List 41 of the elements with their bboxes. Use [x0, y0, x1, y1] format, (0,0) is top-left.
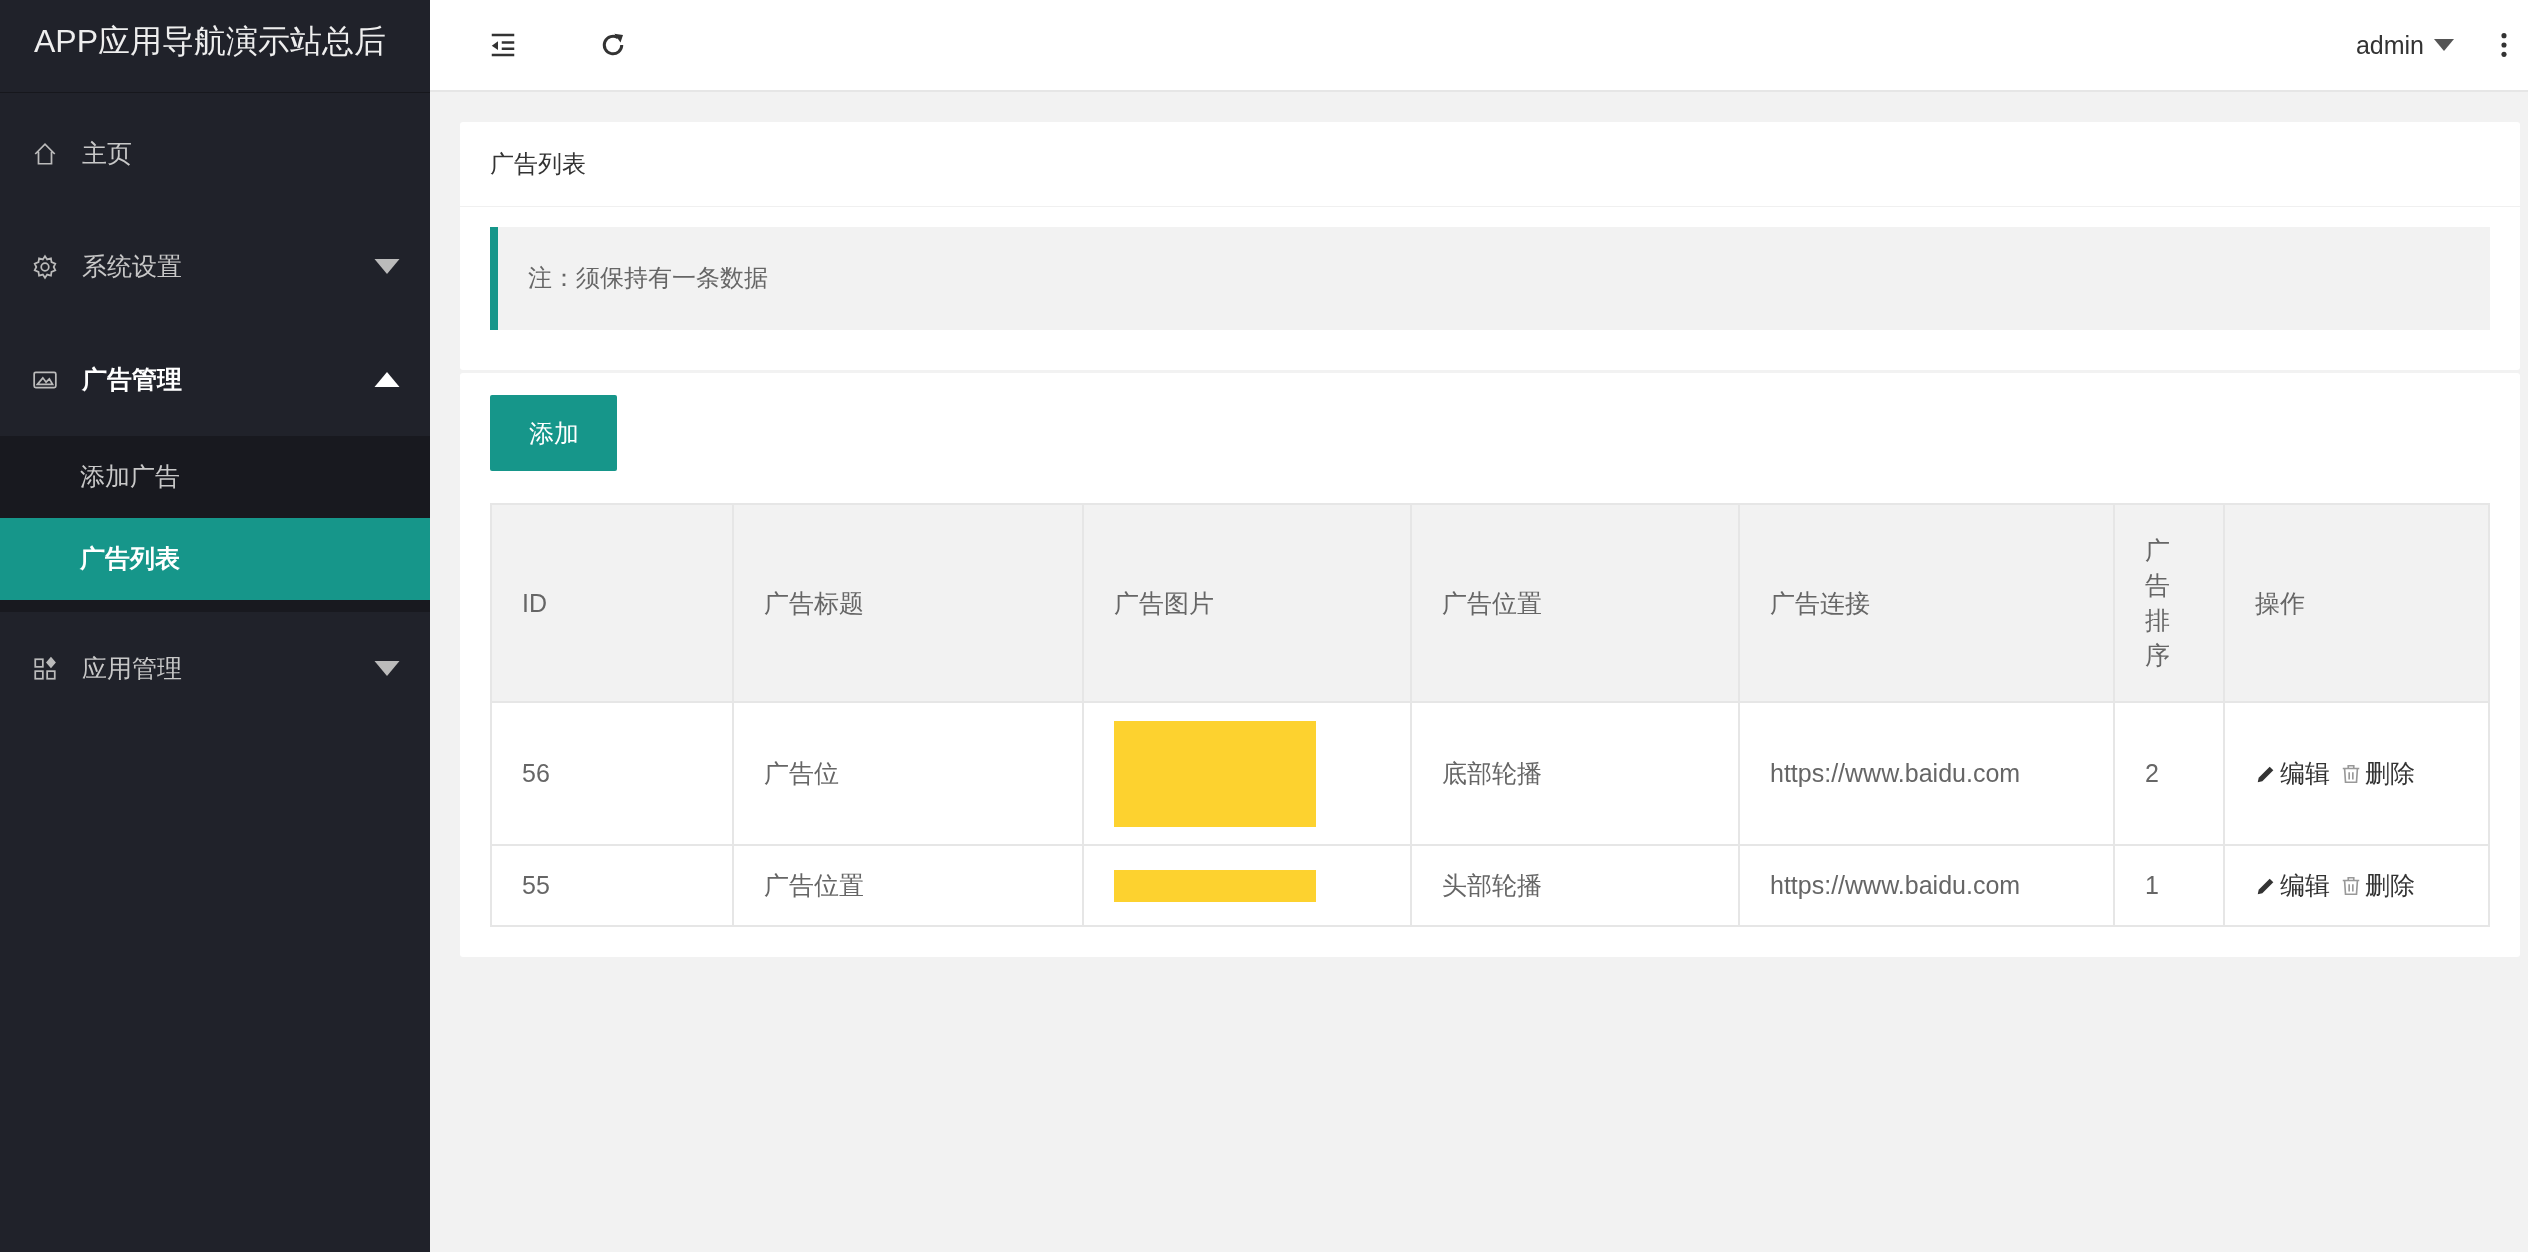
trash-icon: [2340, 762, 2362, 785]
edit-link[interactable]: 编辑: [2255, 869, 2330, 902]
trash-icon: [2340, 874, 2362, 897]
sidebar-item[interactable]: 应用管理: [0, 612, 430, 725]
column-header: 广告排序: [2114, 504, 2224, 702]
submenu-item[interactable]: 添加广告: [0, 436, 430, 518]
add-button[interactable]: 添加: [490, 395, 617, 471]
delete-link[interactable]: 删除: [2340, 869, 2415, 902]
card-title: 广告列表: [460, 122, 2520, 207]
menu-label: 广告管理: [82, 364, 183, 396]
table-cell: 1: [2114, 845, 2224, 926]
note-quote: 注：须保持有一条数据: [490, 227, 2490, 330]
column-header: 广告图片: [1083, 504, 1411, 702]
table-cell: 广告位: [733, 702, 1083, 845]
caret-down-icon: [2434, 39, 2454, 51]
table-cell: 55: [491, 845, 733, 926]
menu-label: 系统设置: [82, 251, 183, 283]
column-header: 操作: [2224, 504, 2489, 702]
sidebar-item[interactable]: 广告管理: [0, 323, 430, 436]
edit-link[interactable]: 编辑: [2255, 757, 2330, 790]
submenu-item[interactable]: 广告列表: [0, 518, 430, 600]
column-header: 广告标题: [733, 504, 1083, 702]
sidebar-item[interactable]: 主页: [0, 97, 430, 210]
settings-icon: [32, 253, 58, 280]
delete-link[interactable]: 删除: [2340, 757, 2415, 790]
table-cell: 底部轮播: [1411, 702, 1739, 845]
menu-label: 应用管理: [82, 653, 183, 685]
grid-icon: [32, 655, 58, 682]
table-cell: 广告位置: [733, 845, 1083, 926]
table-cell: https://www.baidu.com: [1739, 702, 2114, 845]
column-header: ID: [491, 504, 733, 702]
sidebar-item[interactable]: 系统设置: [0, 210, 430, 323]
column-header: 广告连接: [1739, 504, 2114, 702]
user-menu[interactable]: admin: [2355, 30, 2424, 60]
table-cell: https://www.baidu.com: [1739, 845, 2114, 926]
table-cell: 2: [2114, 702, 2224, 845]
table-cell: 56: [491, 702, 733, 845]
more-icon[interactable]: [2500, 31, 2508, 59]
column-header: 广告位置: [1411, 504, 1739, 702]
menu-label: 主页: [82, 138, 133, 170]
table-cell: 头部轮播: [1411, 845, 1739, 926]
